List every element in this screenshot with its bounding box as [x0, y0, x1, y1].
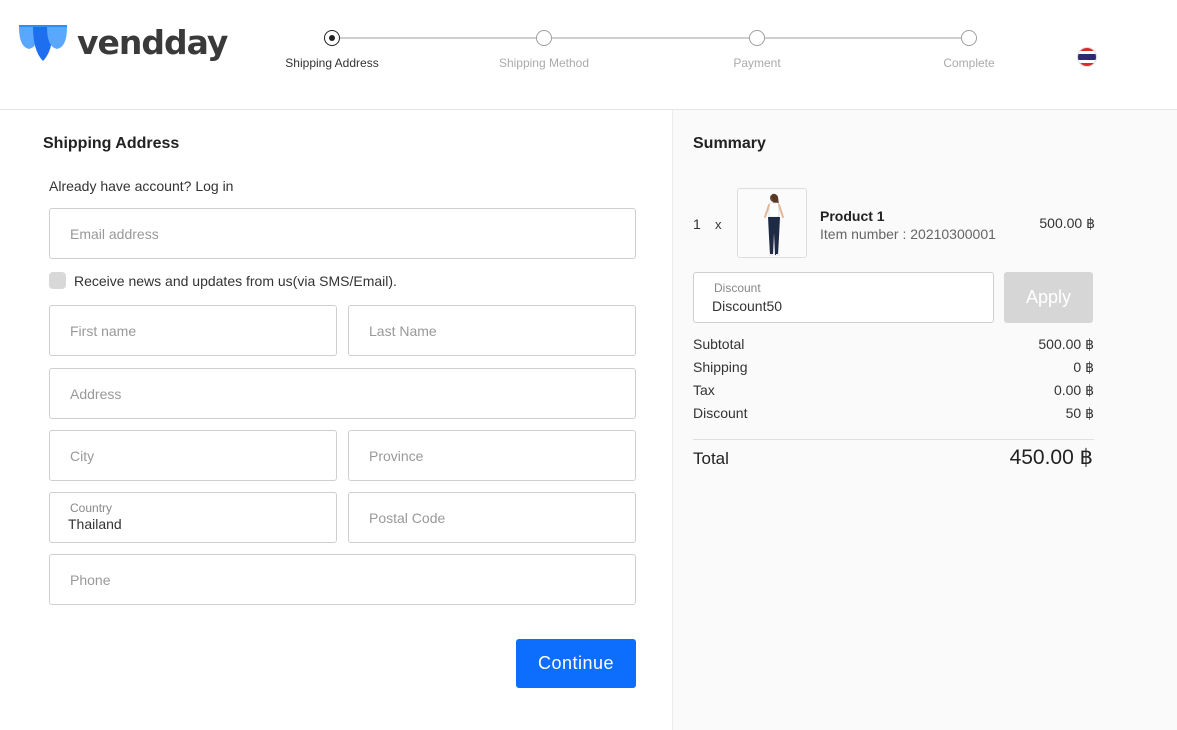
- address-field[interactable]: Address: [49, 368, 636, 419]
- province-field[interactable]: Province: [348, 430, 636, 481]
- summary-panel: Summary 1 x Product 1 Item number : 2021…: [672, 110, 1177, 730]
- continue-button[interactable]: Continue: [516, 639, 636, 688]
- shipping-title: Shipping Address: [43, 135, 180, 152]
- last-name-placeholder: Last Name: [369, 322, 437, 339]
- checkout-stepper: Shipping Address Shipping Method Payment…: [0, 0, 1177, 80]
- newsletter-label: Receive news and updates from us(via SMS…: [74, 272, 397, 289]
- country-label: Country: [70, 501, 113, 515]
- tax-label: Tax: [693, 382, 715, 398]
- shipping-form-panel: Shipping Address Already have account? L…: [0, 110, 672, 730]
- cart-item: 1 x Product 1 Item number : 20210300001 …: [693, 188, 1095, 258]
- apply-discount-button[interactable]: Apply: [1004, 272, 1093, 323]
- quantity-multiplier: x: [715, 217, 722, 232]
- city-placeholder: City: [70, 447, 95, 464]
- address-placeholder: Address: [70, 385, 122, 402]
- newsletter-row[interactable]: Receive news and updates from us(via SMS…: [49, 272, 397, 289]
- discount-label: Discount: [693, 405, 748, 421]
- discount-field-value: Discount50: [712, 298, 783, 314]
- step-label-complete: Complete: [943, 56, 995, 70]
- subtotal-label: Subtotal: [693, 336, 745, 352]
- shipping-value: 0 ฿: [1073, 359, 1094, 375]
- summary-divider: [693, 439, 1094, 440]
- city-field[interactable]: City: [49, 430, 337, 481]
- tax-value: 0.00 ฿: [1053, 382, 1094, 398]
- step-indicator-shipping-method[interactable]: [536, 30, 552, 46]
- header: vendday Shipping Address Shipping Method…: [0, 0, 1177, 110]
- postal-code-placeholder: Postal Code: [369, 509, 446, 526]
- discount-value: 50 ฿: [1065, 405, 1094, 421]
- total-label: Total: [693, 449, 729, 468]
- step-label-shipping-address: Shipping Address: [285, 56, 379, 70]
- step-indicator-payment[interactable]: [749, 30, 765, 46]
- province-placeholder: Province: [369, 447, 424, 464]
- last-name-field[interactable]: Last Name: [348, 305, 636, 356]
- discount-field-label: Discount: [714, 281, 761, 295]
- first-name-placeholder: First name: [70, 322, 137, 339]
- subtotal-value: 500.00 ฿: [1038, 336, 1094, 352]
- step-label-payment: Payment: [733, 56, 781, 70]
- discount-code-field[interactable]: Discount Discount50: [693, 272, 994, 323]
- country-select[interactable]: Country Thailand: [49, 492, 337, 543]
- product-name: Product 1: [820, 208, 885, 224]
- step-indicator-complete[interactable]: [961, 30, 977, 46]
- summary-title: Summary: [693, 135, 766, 152]
- first-name-field[interactable]: First name: [49, 305, 337, 356]
- email-placeholder: Email address: [70, 225, 159, 242]
- postal-code-field[interactable]: Postal Code: [348, 492, 636, 543]
- total-value: 450.00 ฿: [1009, 446, 1093, 469]
- step-label-shipping-method: Shipping Method: [498, 56, 590, 70]
- phone-field[interactable]: Phone: [49, 554, 636, 605]
- product-image-icon: [738, 189, 806, 257]
- step-connector: [340, 37, 536, 39]
- phone-placeholder: Phone: [70, 571, 111, 588]
- step-indicator-shipping-address[interactable]: [324, 30, 340, 46]
- item-quantity: 1: [693, 216, 701, 232]
- shipping-label: Shipping: [693, 359, 748, 375]
- product-item-number: Item number : 20210300001: [820, 226, 996, 242]
- product-price: 500.00 ฿: [1039, 215, 1095, 231]
- country-value: Thailand: [68, 516, 122, 532]
- email-field[interactable]: Email address: [49, 208, 636, 259]
- thailand-flag-icon[interactable]: [1077, 47, 1097, 67]
- newsletter-checkbox[interactable]: [49, 272, 66, 289]
- product-thumbnail: [737, 188, 807, 258]
- step-connector: [765, 37, 961, 39]
- step-connector: [552, 37, 749, 39]
- login-link[interactable]: Already have account? Log in: [49, 178, 233, 194]
